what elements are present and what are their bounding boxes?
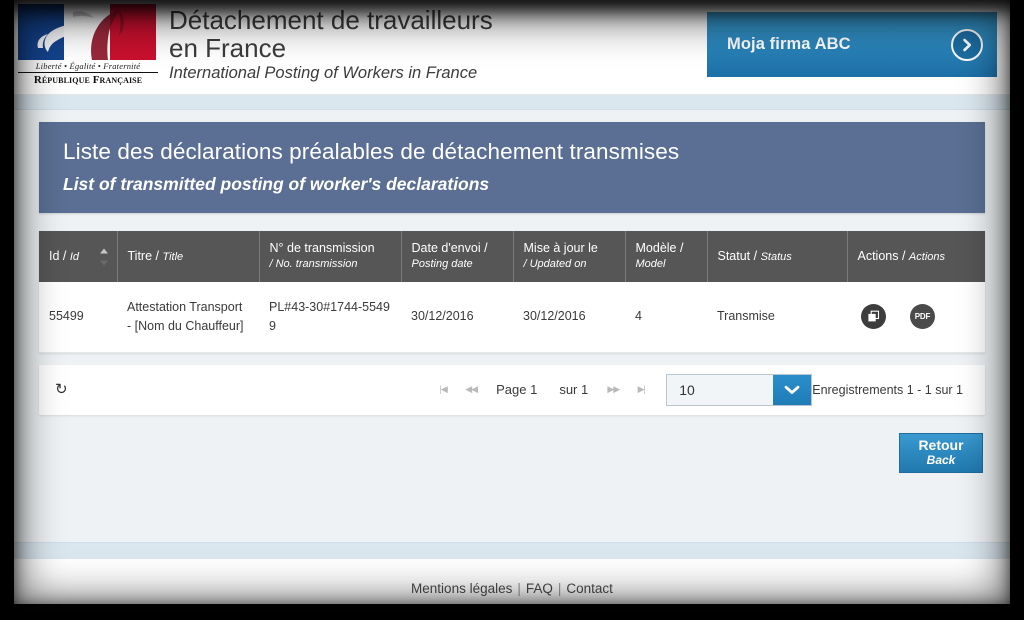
company-banner[interactable]: Moja firma ABC	[707, 12, 997, 77]
back-button[interactable]: Retour Back	[899, 432, 983, 473]
column-header-actions-en: Actions	[908, 250, 945, 263]
company-name: Moja firma ABC	[727, 35, 851, 53]
chevron-right-icon[interactable]	[951, 28, 983, 61]
column-header-transmission-en: / No. transmission	[269, 258, 358, 270]
back-button-label-fr: Retour	[918, 437, 964, 453]
cell-statut: Transmise	[707, 282, 847, 353]
column-header-modele-en: Model	[635, 258, 666, 270]
column-header-id[interactable]: Id / Id	[39, 231, 118, 282]
marianne-flag-icon	[18, 4, 156, 60]
column-header-titre[interactable]: Titre / Title	[117, 231, 260, 282]
site-title: Détachement de travailleurs en France In…	[169, 6, 519, 83]
first-page-icon[interactable]: |◀	[434, 384, 452, 395]
site-header: Liberté • Égalité • Fraternité Républiqu…	[14, 0, 1010, 95]
site-title-en: International Posting of Workers in Fran…	[169, 64, 478, 82]
main-content: Liste des déclarations préalables de dét…	[14, 110, 1010, 542]
column-header-id-fr: Id /	[49, 248, 70, 263]
refresh-icon[interactable]: ↻	[55, 382, 68, 397]
column-header-date-envoi-fr: Date d'envoi /	[411, 241, 488, 255]
footer-link-mentions-legales[interactable]: Mentions légales	[406, 581, 517, 596]
column-header-transmission-fr: N° de transmission	[269, 241, 375, 255]
cell-mise-a-jour: 30/12/2016	[513, 282, 625, 353]
last-page-icon[interactable]: ▶|	[632, 384, 650, 395]
sort-ascending-icon[interactable]	[99, 248, 108, 253]
header-separator-strip	[14, 95, 1010, 110]
column-header-statut[interactable]: Statut / Status	[707, 231, 848, 282]
cell-actions: PDF	[847, 282, 985, 353]
column-header-statut-fr: Statut /	[717, 248, 761, 263]
site-title-fr: Détachement de travailleurs en France	[169, 5, 493, 63]
back-button-label-en: Back	[926, 453, 956, 467]
application-page: Liberté • Égalité • Fraternité Républiqu…	[14, 0, 1010, 604]
column-header-mise-a-jour-en: / Updated on	[523, 258, 587, 270]
records-count-label: Enregistrements 1 - 1 sur 1	[812, 382, 963, 397]
column-header-transmission[interactable]: N° de transmission / No. transmission	[259, 231, 402, 282]
cell-id: 55499	[39, 282, 117, 353]
cell-modele: 4	[625, 282, 707, 353]
column-header-date-envoi-en: Posting date	[411, 258, 473, 270]
footer-link-faq[interactable]: FAQ	[521, 581, 558, 596]
column-header-titre-fr: Titre /	[127, 248, 163, 263]
logo-motto: Liberté • Égalité • Fraternité	[35, 61, 141, 71]
republique-francaise-logo: Liberté • Égalité • Fraternité Républiqu…	[18, 4, 158, 86]
footer-link-contact[interactable]: Contact	[561, 581, 618, 596]
pdf-icon[interactable]: PDF	[910, 304, 935, 330]
column-header-modele-fr: Modèle /	[635, 241, 684, 255]
footer-separator-strip	[14, 542, 1010, 559]
previous-page-icon[interactable]: ◀◀	[462, 384, 480, 395]
column-header-mise-a-jour[interactable]: Mise à jour le / Updated on	[513, 231, 626, 282]
column-header-modele[interactable]: Modèle / Model	[625, 231, 708, 282]
page-size-select[interactable]: 10	[666, 373, 813, 406]
screenshot-frame: Liberté • Égalité • Fraternité Républiqu…	[0, 0, 1024, 620]
table-paginator: ↻ |◀ ◀◀ Page 1 sur 1 ▶▶ ▶| 10 Enregistre…	[39, 364, 985, 415]
column-header-id-en: Id	[69, 250, 80, 263]
page-title-fr: Liste des déclarations préalables de dét…	[63, 139, 680, 164]
copy-icon[interactable]	[861, 304, 886, 330]
column-header-titre-en: Title	[162, 250, 184, 263]
page-total-label: sur 1	[559, 382, 589, 397]
column-header-actions-fr: Actions /	[857, 248, 909, 263]
page-size-value: 10	[679, 381, 695, 398]
column-header-actions: Actions / Actions	[847, 231, 985, 282]
cell-no-transmission: PL#43-30#1744-55499	[259, 282, 401, 353]
table-row[interactable]: 55499 Attestation Transport - [Nom du Ch…	[39, 282, 985, 353]
page-label: Page 1	[496, 382, 538, 397]
declarations-table: Id / Id Titre / Title N° de transmission…	[39, 231, 985, 353]
table-header-row: Id / Id Titre / Title N° de transmission…	[39, 231, 985, 282]
page-title-banner: Liste des déclarations préalables de dét…	[39, 122, 985, 213]
column-header-mise-a-jour-fr: Mise à jour le	[523, 241, 598, 255]
sort-arrows-icon[interactable]	[99, 248, 108, 265]
next-page-icon[interactable]: ▶▶	[604, 384, 622, 395]
chevron-down-icon[interactable]	[773, 374, 812, 405]
column-header-statut-en: Status	[760, 250, 792, 263]
site-footer: Mentions légales | FAQ | Contact	[14, 559, 1010, 604]
cell-titre: Attestation Transport - [Nom du Chauffeu…	[117, 282, 259, 353]
column-header-date-envoi[interactable]: Date d'envoi / Posting date	[401, 231, 514, 282]
sort-descending-icon[interactable]	[99, 260, 108, 265]
logo-republique-francaise: République Française	[18, 72, 158, 86]
cell-date-envoi: 30/12/2016	[401, 282, 513, 353]
page-title-en: List of transmitted posting of worker's …	[63, 174, 490, 194]
